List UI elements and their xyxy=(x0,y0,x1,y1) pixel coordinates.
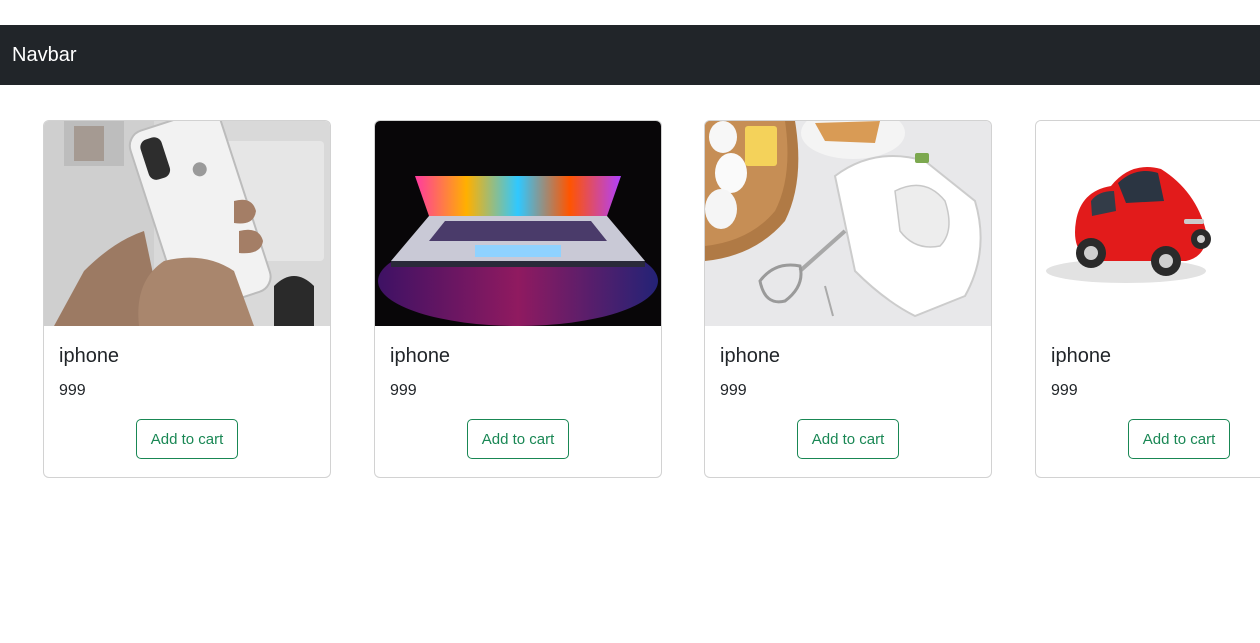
product-title: iphone xyxy=(390,345,451,367)
hand-holding-iphone-image xyxy=(44,121,330,326)
product-price: 999 xyxy=(390,382,417,399)
colorful-laptop-image xyxy=(375,121,661,326)
red-toy-car-image xyxy=(1036,121,1260,326)
add-to-cart-button[interactable]: Add to cart xyxy=(136,419,238,459)
add-to-cart-button[interactable]: Add to cart xyxy=(797,419,899,459)
product-card: iphone 999 Add to cart xyxy=(704,120,992,478)
product-price: 999 xyxy=(1051,382,1078,399)
product-price: 999 xyxy=(720,382,747,399)
product-card: iphone 999 Add to cart xyxy=(1035,120,1260,478)
product-title: iphone xyxy=(59,345,120,367)
product-card: iphone 999 Add to cart xyxy=(374,120,662,478)
product-image-iphone xyxy=(44,121,330,326)
product-grid: iphone 999 Add to cart iphone 999 Add to… xyxy=(0,0,1260,643)
hand-mixer-kitchen-image xyxy=(705,121,991,326)
add-to-cart-button[interactable]: Add to cart xyxy=(1128,419,1230,459)
product-image-toy-car xyxy=(1036,121,1260,326)
product-title: iphone xyxy=(1051,345,1112,367)
product-image-laptop xyxy=(375,121,661,326)
product-image-mixer xyxy=(705,121,991,326)
product-card: iphone 999 Add to cart xyxy=(43,120,331,478)
product-price: 999 xyxy=(59,382,86,399)
product-title: iphone xyxy=(720,345,781,367)
add-to-cart-button[interactable]: Add to cart xyxy=(467,419,569,459)
